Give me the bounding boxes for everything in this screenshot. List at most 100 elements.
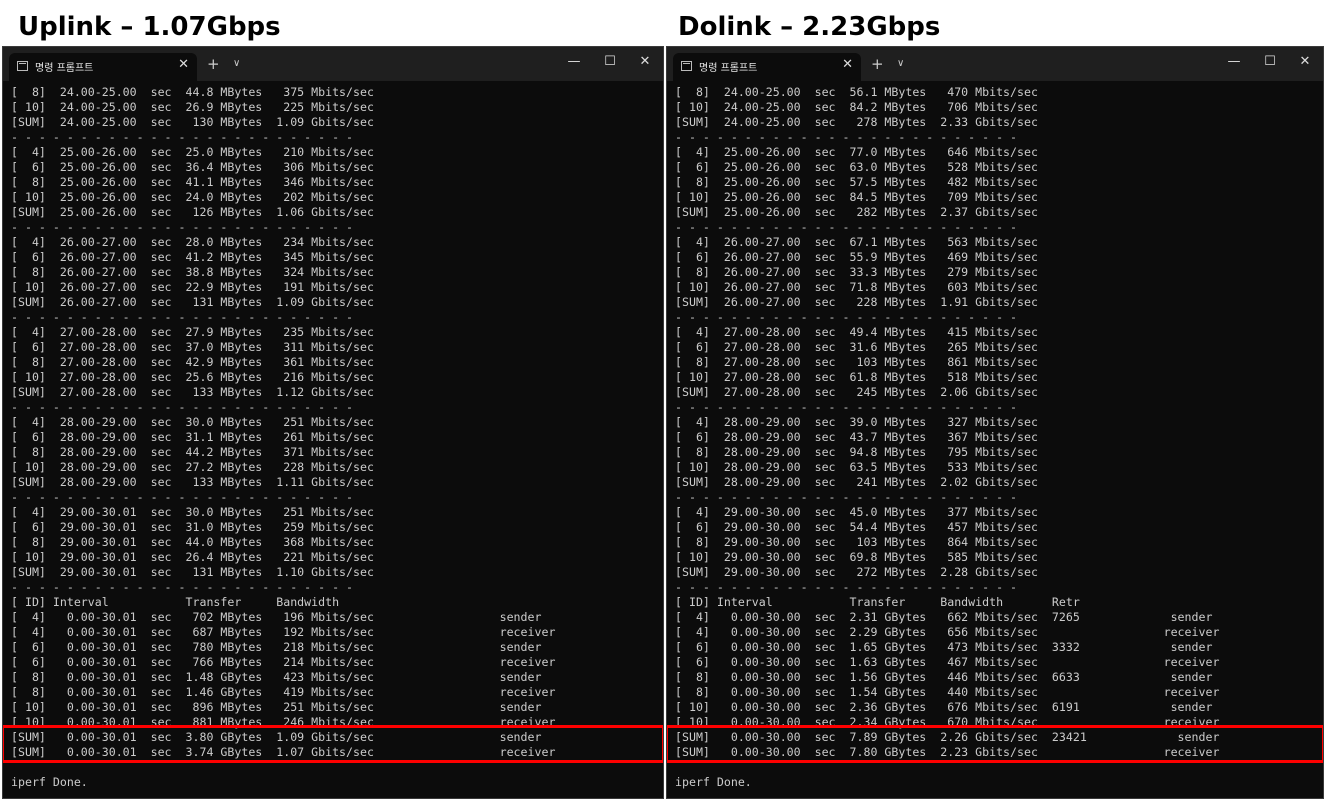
minimize-icon[interactable]: — bbox=[1225, 53, 1243, 71]
terminal-line: [ 8] 24.00-25.00 sec 56.1 MBytes 470 Mbi… bbox=[675, 85, 1038, 99]
terminal-line: [ 8] 0.00-30.01 sec 1.48 GBytes 423 Mbit… bbox=[11, 670, 542, 684]
highlight-box bbox=[3, 725, 663, 763]
terminal-line: - - - - - - - - - - - - - - - - - - - - … bbox=[675, 400, 1018, 414]
terminal-line: [SUM] 26.00-27.00 sec 228 MBytes 1.91 Gb… bbox=[675, 295, 1038, 309]
terminal-line: [SUM] 28.00-29.00 sec 133 MBytes 1.11 Gb… bbox=[11, 475, 374, 489]
terminal-line: [ 8] 25.00-26.00 sec 57.5 MBytes 482 Mbi… bbox=[675, 175, 1038, 189]
tab-command-prompt[interactable]: 명령 프롬프트 ✕ bbox=[673, 53, 861, 81]
chevron-down-icon[interactable]: ∨ bbox=[233, 55, 240, 73]
terminal-line: [ 6] 29.00-30.01 sec 31.0 MBytes 259 Mbi… bbox=[11, 520, 374, 534]
terminal-line: [ 8] 29.00-30.01 sec 44.0 MBytes 368 Mbi… bbox=[11, 535, 374, 549]
terminal-line: [ 8] 26.00-27.00 sec 33.3 MBytes 279 Mbi… bbox=[675, 265, 1038, 279]
maximize-icon[interactable]: ☐ bbox=[1261, 53, 1279, 71]
terminal-line: [ 8] 0.00-30.00 sec 1.56 GBytes 446 Mbit… bbox=[675, 670, 1213, 684]
terminal-line: [ 10] 27.00-28.00 sec 61.8 MBytes 518 Mb… bbox=[675, 370, 1038, 384]
close-icon[interactable]: ✕ bbox=[842, 57, 853, 73]
downlink-heading: Dolink – 2.23Gbps bbox=[678, 12, 941, 42]
terminal-line: [ 10] 26.00-27.00 sec 71.8 MBytes 603 Mb… bbox=[675, 280, 1038, 294]
terminal-line: [ 4] 26.00-27.00 sec 28.0 MBytes 234 Mbi… bbox=[11, 235, 374, 249]
terminal-line: [ 8] 26.00-27.00 sec 38.8 MBytes 324 Mbi… bbox=[11, 265, 374, 279]
terminal-line: [ 6] 28.00-29.00 sec 31.1 MBytes 261 Mbi… bbox=[11, 430, 374, 444]
tab-command-prompt[interactable]: 명령 프롬프트 ✕ bbox=[9, 53, 197, 81]
terminal-line: [SUM] 25.00-26.00 sec 126 MBytes 1.06 Gb… bbox=[11, 205, 374, 219]
terminal-line: - - - - - - - - - - - - - - - - - - - - … bbox=[11, 400, 354, 414]
terminal-line: [ 8] 27.00-28.00 sec 103 MBytes 861 Mbit… bbox=[675, 355, 1038, 369]
terminal-line: [ 4] 29.00-30.01 sec 30.0 MBytes 251 Mbi… bbox=[11, 505, 374, 519]
terminal-line: [ 8] 0.00-30.00 sec 1.54 GBytes 440 Mbit… bbox=[675, 685, 1220, 699]
terminal-line: [ 4] 28.00-29.00 sec 30.0 MBytes 251 Mbi… bbox=[11, 415, 374, 429]
terminal-line: [SUM] 27.00-28.00 sec 133 MBytes 1.12 Gb… bbox=[11, 385, 374, 399]
terminal-line: [ ID] Interval Transfer Bandwidth Retr bbox=[675, 595, 1080, 609]
terminal-line: - - - - - - - - - - - - - - - - - - - - … bbox=[675, 580, 1018, 594]
terminal-line: [ 10] 0.00-30.00 sec 2.36 GBytes 676 Mbi… bbox=[675, 700, 1213, 714]
tab-title: 명령 프롬프트 bbox=[699, 63, 758, 74]
terminal-window-downlink: 명령 프롬프트 ✕ + ∨ — ☐ ✕ [ 8] 24.00-25.00 sec… bbox=[666, 46, 1324, 799]
terminal-window-uplink: 명령 프롬프트 ✕ + ∨ — ☐ ✕ [ 8] 24.00-25.00 sec… bbox=[2, 46, 664, 799]
terminal-line: [SUM] 25.00-26.00 sec 282 MBytes 2.37 Gb… bbox=[675, 205, 1038, 219]
terminal-line: [SUM] 26.00-27.00 sec 131 MBytes 1.09 Gb… bbox=[11, 295, 374, 309]
close-icon[interactable]: ✕ bbox=[178, 57, 189, 73]
terminal-line: [ 4] 0.00-30.00 sec 2.29 GBytes 656 Mbit… bbox=[675, 625, 1220, 639]
terminal-line: [SUM] 29.00-30.00 sec 272 MBytes 2.28 Gb… bbox=[675, 565, 1038, 579]
terminal-line: [ 4] 26.00-27.00 sec 67.1 MBytes 563 Mbi… bbox=[675, 235, 1038, 249]
terminal-line: [ 8] 28.00-29.00 sec 94.8 MBytes 795 Mbi… bbox=[675, 445, 1038, 459]
close-icon[interactable]: ✕ bbox=[1296, 53, 1314, 71]
terminal-line: [ 10] 26.00-27.00 sec 22.9 MBytes 191 Mb… bbox=[11, 280, 374, 294]
terminal-line: [ 10] 28.00-29.00 sec 27.2 MBytes 228 Mb… bbox=[11, 460, 374, 474]
terminal-output[interactable]: [ 8] 24.00-25.00 sec 56.1 MBytes 470 Mbi… bbox=[675, 85, 1323, 790]
terminal-line: iperf Done. bbox=[11, 775, 88, 789]
close-icon[interactable]: ✕ bbox=[636, 53, 654, 71]
terminal-line: [ 6] 27.00-28.00 sec 37.0 MBytes 311 Mbi… bbox=[11, 340, 374, 354]
terminal-line: [SUM] 24.00-25.00 sec 130 MBytes 1.09 Gb… bbox=[11, 115, 374, 129]
terminal-line: [ 10] 24.00-25.00 sec 84.2 MBytes 706 Mb… bbox=[675, 100, 1038, 114]
plus-icon[interactable]: + bbox=[871, 54, 884, 74]
terminal-line: [ 6] 26.00-27.00 sec 55.9 MBytes 469 Mbi… bbox=[675, 250, 1038, 264]
maximize-icon[interactable]: ☐ bbox=[601, 53, 619, 71]
uplink-heading: Uplink – 1.07Gbps bbox=[18, 12, 281, 42]
terminal-output[interactable]: [ 8] 24.00-25.00 sec 44.8 MBytes 375 Mbi… bbox=[11, 85, 663, 790]
terminal-line: [ 10] 29.00-30.00 sec 69.8 MBytes 585 Mb… bbox=[675, 550, 1038, 564]
terminal-line: - - - - - - - - - - - - - - - - - - - - … bbox=[11, 220, 354, 234]
terminal-line: [ 10] 28.00-29.00 sec 63.5 MBytes 533 Mb… bbox=[675, 460, 1038, 474]
terminal-line: [ 6] 29.00-30.00 sec 54.4 MBytes 457 Mbi… bbox=[675, 520, 1038, 534]
terminal-line: [ 6] 25.00-26.00 sec 36.4 MBytes 306 Mbi… bbox=[11, 160, 374, 174]
terminal-line: [ ID] Interval Transfer Bandwidth bbox=[11, 595, 340, 609]
terminal-line: [ 6] 0.00-30.01 sec 766 MBytes 214 Mbits… bbox=[11, 655, 556, 669]
terminal-line: [ 6] 28.00-29.00 sec 43.7 MBytes 367 Mbi… bbox=[675, 430, 1038, 444]
plus-icon[interactable]: + bbox=[207, 54, 220, 74]
terminal-line: [ 6] 0.00-30.01 sec 780 MBytes 218 Mbits… bbox=[11, 640, 542, 654]
terminal-line: [ 8] 25.00-26.00 sec 41.1 MBytes 346 Mbi… bbox=[11, 175, 374, 189]
terminal-icon bbox=[681, 61, 692, 71]
terminal-line: [ 4] 0.00-30.01 sec 687 MBytes 192 Mbits… bbox=[11, 625, 556, 639]
terminal-line: [ 8] 27.00-28.00 sec 42.9 MBytes 361 Mbi… bbox=[11, 355, 374, 369]
terminal-line: - - - - - - - - - - - - - - - - - - - - … bbox=[675, 220, 1018, 234]
terminal-line: [ 8] 29.00-30.00 sec 103 MBytes 864 Mbit… bbox=[675, 535, 1038, 549]
terminal-line: [ 4] 25.00-26.00 sec 77.0 MBytes 646 Mbi… bbox=[675, 145, 1038, 159]
terminal-line: [ 10] 27.00-28.00 sec 25.6 MBytes 216 Mb… bbox=[11, 370, 374, 384]
terminal-line: - - - - - - - - - - - - - - - - - - - - … bbox=[11, 580, 354, 594]
terminal-line: [ 6] 0.00-30.00 sec 1.65 GBytes 473 Mbit… bbox=[675, 640, 1213, 654]
titlebar: 명령 프롬프트 ✕ + ∨ — ☐ ✕ bbox=[3, 47, 663, 81]
terminal-line: [ 4] 27.00-28.00 sec 27.9 MBytes 235 Mbi… bbox=[11, 325, 374, 339]
terminal-line: [ 4] 0.00-30.01 sec 702 MBytes 196 Mbits… bbox=[11, 610, 542, 624]
terminal-line: [SUM] 28.00-29.00 sec 241 MBytes 2.02 Gb… bbox=[675, 475, 1038, 489]
terminal-line: [ 6] 25.00-26.00 sec 63.0 MBytes 528 Mbi… bbox=[675, 160, 1038, 174]
terminal-line: [ 4] 27.00-28.00 sec 49.4 MBytes 415 Mbi… bbox=[675, 325, 1038, 339]
terminal-line: iperf Done. bbox=[675, 775, 752, 789]
chevron-down-icon[interactable]: ∨ bbox=[897, 55, 904, 73]
minimize-icon[interactable]: — bbox=[565, 53, 583, 71]
titlebar: 명령 프롬프트 ✕ + ∨ — ☐ ✕ bbox=[667, 47, 1323, 81]
terminal-line: [ 10] 25.00-26.00 sec 24.0 MBytes 202 Mb… bbox=[11, 190, 374, 204]
terminal-line: [ 10] 25.00-26.00 sec 84.5 MBytes 709 Mb… bbox=[675, 190, 1038, 204]
terminal-line: [ 10] 24.00-25.00 sec 26.9 MBytes 225 Mb… bbox=[11, 100, 374, 114]
terminal-line: [ 6] 26.00-27.00 sec 41.2 MBytes 345 Mbi… bbox=[11, 250, 374, 264]
terminal-line: [ 6] 27.00-28.00 sec 31.6 MBytes 265 Mbi… bbox=[675, 340, 1038, 354]
terminal-line: - - - - - - - - - - - - - - - - - - - - … bbox=[675, 310, 1018, 324]
terminal-line: [ 8] 0.00-30.01 sec 1.46 GBytes 419 Mbit… bbox=[11, 685, 556, 699]
terminal-icon bbox=[17, 61, 28, 71]
terminal-line: [ 4] 29.00-30.00 sec 45.0 MBytes 377 Mbi… bbox=[675, 505, 1038, 519]
terminal-line: - - - - - - - - - - - - - - - - - - - - … bbox=[675, 130, 1018, 144]
terminal-line: [SUM] 29.00-30.01 sec 131 MBytes 1.10 Gb… bbox=[11, 565, 374, 579]
terminal-line: [ 10] 29.00-30.01 sec 26.4 MBytes 221 Mb… bbox=[11, 550, 374, 564]
terminal-line: [ 4] 0.00-30.00 sec 2.31 GBytes 662 Mbit… bbox=[675, 610, 1213, 624]
